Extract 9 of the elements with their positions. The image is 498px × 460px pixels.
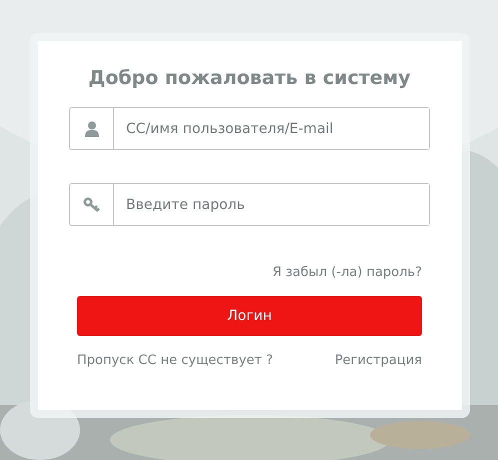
password-field[interactable]: Введите пароль	[69, 183, 430, 226]
forgot-password-link[interactable]: Я забыл (-ла) пароль?	[272, 265, 422, 280]
login-button[interactable]: Логин	[77, 296, 422, 336]
no-pass-link[interactable]: Пропуск СС не существует ?	[77, 353, 273, 368]
register-link[interactable]: Регистрация	[334, 353, 422, 368]
welcome-title: Добро пожаловать в систему	[87, 67, 412, 89]
username-field[interactable]: СС/имя пользователя/E-mail	[69, 107, 430, 150]
user-icon	[84, 120, 98, 136]
key-icon	[82, 196, 100, 212]
